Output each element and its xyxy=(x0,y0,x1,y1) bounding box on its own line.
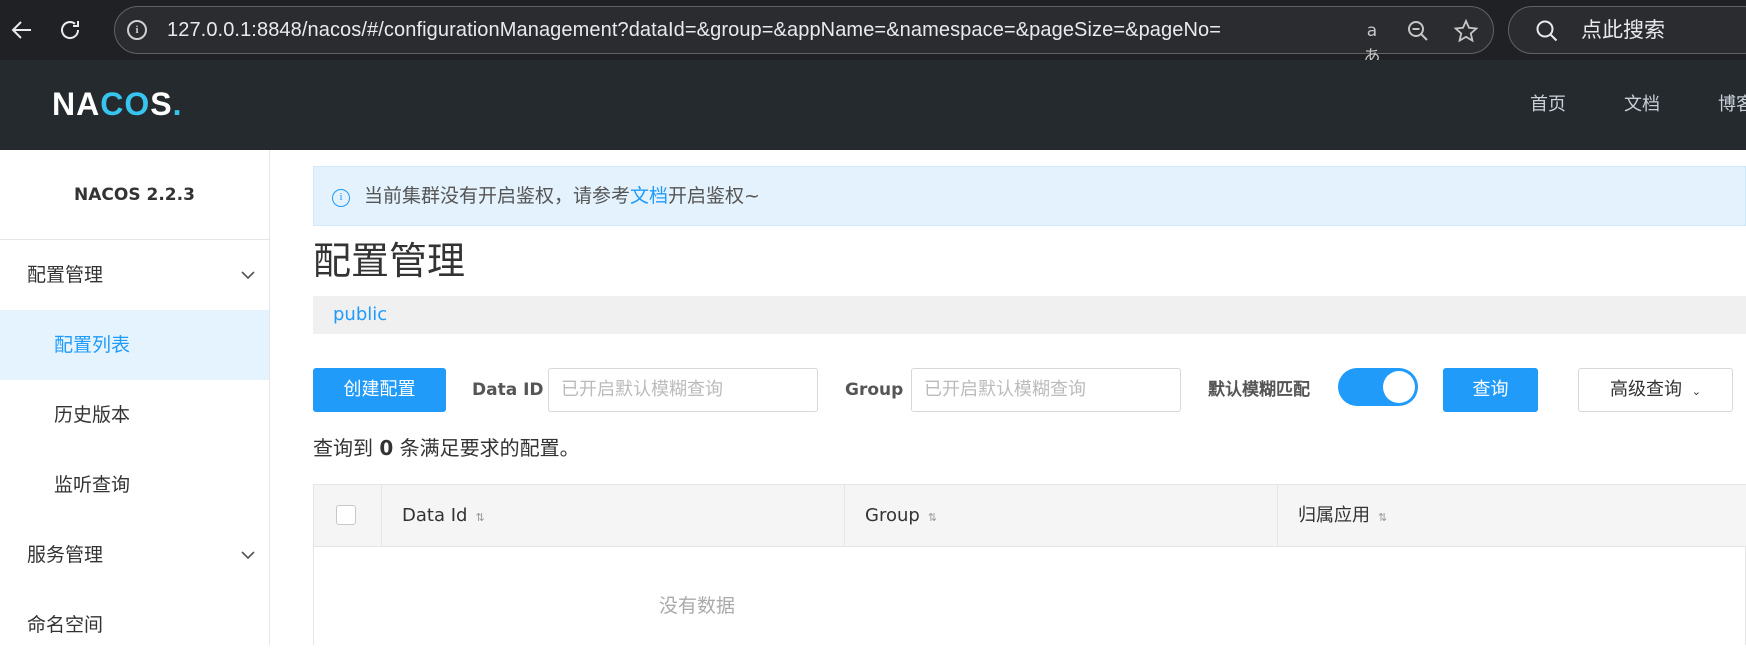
data-id-input[interactable]: 已开启默认模糊查询 xyxy=(548,368,818,412)
select-all-checkbox[interactable] xyxy=(336,505,356,525)
advanced-query-button[interactable]: 高级查询 ⌄ xyxy=(1578,368,1733,412)
browser-search-box[interactable]: 点此搜索 xyxy=(1508,6,1746,54)
nacos-logo[interactable]: NA CO S. xyxy=(52,86,182,122)
sidebar-group-label: 服务管理 xyxy=(27,544,104,566)
sidebar-group-label: 配置管理 xyxy=(27,264,104,286)
table-header: Data Id ⇅ Group ⇅ 归属应用 ⇅ xyxy=(314,485,1746,547)
config-table: Data Id ⇅ Group ⇅ 归属应用 ⇅ 没有数据 xyxy=(313,484,1746,645)
url-text[interactable]: 127.0.0.1:8848/nacos/#/configurationMana… xyxy=(167,7,1221,53)
back-icon[interactable] xyxy=(2,10,42,50)
data-id-label: Data ID xyxy=(472,380,544,400)
nav-blog[interactable]: 博客 xyxy=(1718,60,1746,150)
sidebar-group-label: 命名空间 xyxy=(27,614,104,636)
sort-icon[interactable]: ⇅ xyxy=(928,511,937,524)
refresh-icon[interactable] xyxy=(50,10,90,50)
browser-toolbar: i 127.0.0.1:8848/nacos/#/configurationMa… xyxy=(0,0,1746,67)
app-header: NA CO S. 首页 文档 博客 xyxy=(0,60,1746,150)
zoom-out-icon[interactable] xyxy=(1405,18,1431,44)
toggle-knob xyxy=(1383,371,1415,403)
sidebar-item-config-list[interactable]: 配置列表 xyxy=(0,310,269,380)
empty-state: 没有数据 xyxy=(659,595,736,617)
page-title: 配置管理 xyxy=(313,239,466,283)
sidebar-group-service[interactable]: 服务管理 xyxy=(0,520,269,590)
sidebar-group-config[interactable]: 配置管理 xyxy=(0,240,269,310)
chevron-down-icon xyxy=(241,271,255,280)
column-data-id[interactable]: Data Id ⇅ xyxy=(382,485,845,547)
info-icon: i xyxy=(332,189,350,207)
site-info-icon[interactable]: i xyxy=(127,20,147,40)
result-count: 0 xyxy=(379,436,394,460)
fuzzy-match-label: 默认模糊匹配 xyxy=(1208,380,1310,400)
result-summary: 查询到 0 条满足要求的配置。 xyxy=(313,436,580,460)
chevron-down-icon xyxy=(241,551,255,560)
sidebar: NACOS 2.2.3 配置管理 配置列表 历史版本 监听查询 服务管理 命名空… xyxy=(0,150,270,645)
group-input[interactable]: 已开启默认模糊查询 xyxy=(911,368,1181,412)
nav-docs[interactable]: 文档 xyxy=(1624,60,1660,150)
sidebar-group-namespace[interactable]: 命名空间 xyxy=(0,590,269,660)
search-icon xyxy=(1536,20,1558,42)
nav-home[interactable]: 首页 xyxy=(1530,60,1566,150)
select-all-cell xyxy=(314,485,382,547)
main-content: i 当前集群没有开启鉴权，请参考文档开启鉴权~ 配置管理 public 创建配置… xyxy=(313,150,1746,645)
sort-icon[interactable]: ⇅ xyxy=(1378,511,1387,524)
column-app[interactable]: 归属应用 ⇅ xyxy=(1278,485,1746,547)
chevron-down-icon: ⌄ xyxy=(1691,385,1701,398)
sidebar-item-listener-query[interactable]: 监听查询 xyxy=(0,450,269,520)
read-aloud-icon[interactable]: aあ xyxy=(1359,18,1385,67)
notice-text: 当前集群没有开启鉴权，请参考文档开启鉴权~ xyxy=(364,185,760,207)
sidebar-item-history[interactable]: 历史版本 xyxy=(0,380,269,450)
version-label: NACOS 2.2.3 xyxy=(0,150,269,240)
fuzzy-match-toggle[interactable] xyxy=(1338,368,1418,406)
auth-notice: i 当前集群没有开启鉴权，请参考文档开启鉴权~ xyxy=(313,166,1746,226)
namespace-public[interactable]: public xyxy=(333,296,387,334)
sort-icon[interactable]: ⇅ xyxy=(475,511,484,524)
top-nav: 首页 文档 博客 xyxy=(1530,60,1746,150)
address-bar[interactable]: i 127.0.0.1:8848/nacos/#/configurationMa… xyxy=(114,6,1494,67)
search-placeholder: 点此搜索 xyxy=(1581,18,1665,42)
column-group[interactable]: Group ⇅ xyxy=(845,485,1278,547)
favorite-star-icon[interactable] xyxy=(1453,18,1479,44)
query-button[interactable]: 查询 xyxy=(1443,368,1538,412)
notice-docs-link[interactable]: 文档 xyxy=(630,185,668,207)
create-config-button[interactable]: 创建配置 xyxy=(313,368,446,412)
advanced-query-label: 高级查询 xyxy=(1610,379,1683,400)
namespace-bar: public xyxy=(313,296,1746,334)
group-label: Group xyxy=(845,380,904,400)
